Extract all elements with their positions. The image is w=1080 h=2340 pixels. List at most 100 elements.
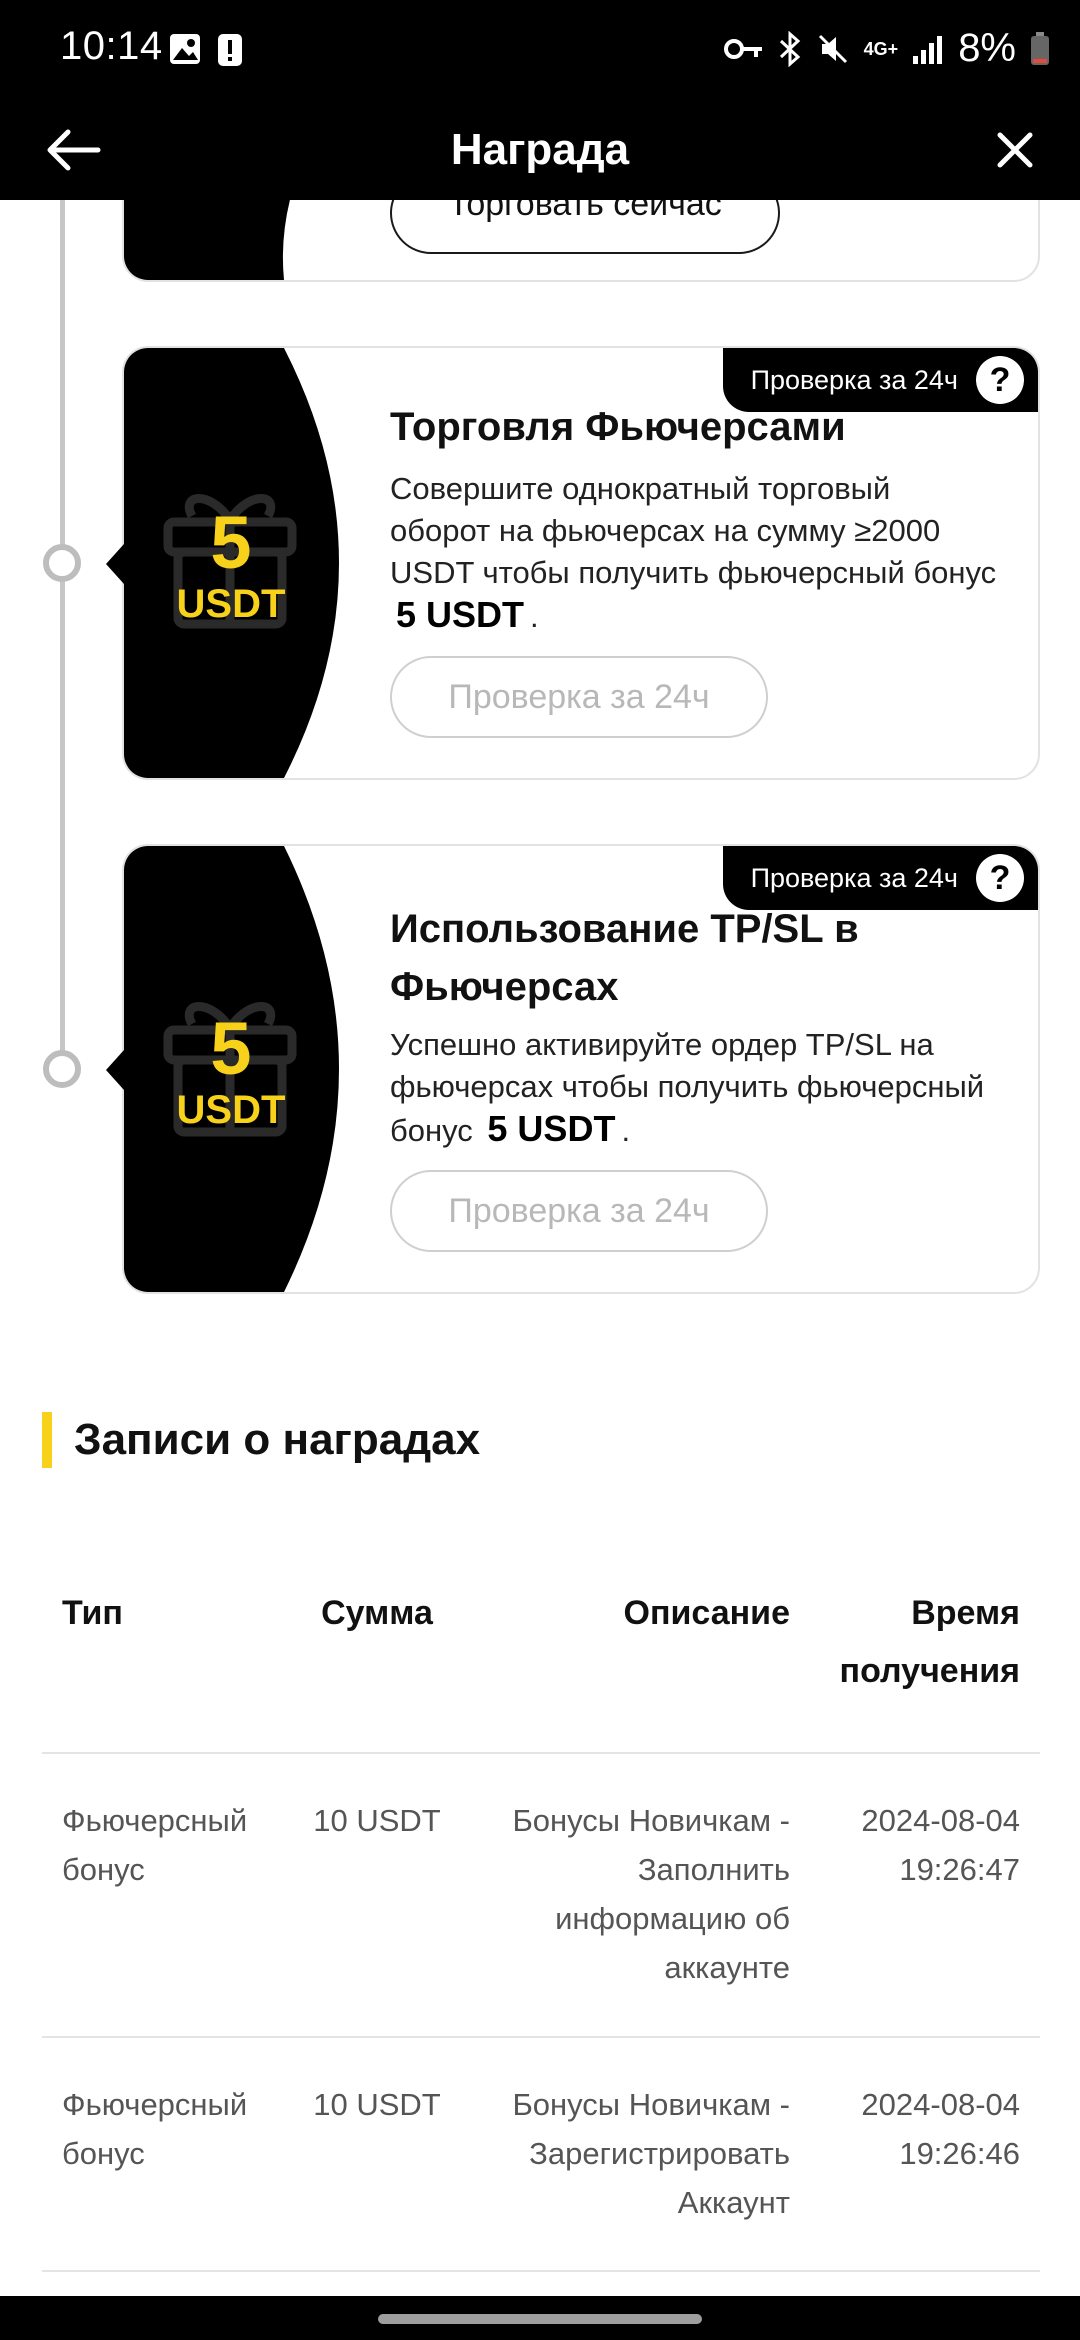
cell-line: Аккаунт [677,2185,790,2220]
review-button-label: Проверка за 24ч [448,1191,710,1230]
task-title: Использование TP/SL в Фьючерсах [390,900,998,1016]
cell-line: Заполнить [637,1852,790,1887]
reward-panel: 5 USDT [124,348,364,778]
title-line: Использование TP/SL в [390,907,859,951]
cell-line: бонус [62,2136,145,2171]
help-button[interactable]: ? [976,356,1024,404]
cell-amount: 10 USDT [313,2087,441,2122]
status-right-icons: 4G+ 8% [723,26,1050,71]
col-description: Описание [623,1594,790,1632]
cell-line: Фьючерсный [62,2087,248,2122]
desc-line-amount: бонус 5 USDT. [390,1108,1018,1152]
review-button-label: Проверка за 24ч [448,677,710,716]
status-time: 10:14 [60,24,163,68]
col-time: Время получения [802,1584,1020,1700]
table-row: Фьючерсный бонус 10 USDT Бонусы Новичкам… [42,2038,1040,2272]
cell-line: бонус [62,1852,145,1887]
battery-icon [1031,31,1049,65]
cell-line: Зарегистрировать [529,2136,790,2171]
network-type: 4G+ [863,38,899,59]
card-pointer [106,544,124,584]
table-row: Фьючерсный бонус 10 USDT Бонусы Новичкам… [42,1754,1040,2038]
cell-description: Бонусы Новичкам - Зарегистрировать Аккау… [472,2080,790,2227]
desc-line: оборот на фьючерсах на сумму ≥2000 [390,513,941,548]
section-accent [42,1412,52,1468]
cell-type: Фьючерсный бонус [62,2080,262,2178]
table-header: Тип Сумма Описание Время получения [42,1584,1040,1754]
signal-icon [913,35,943,64]
home-indicator[interactable] [378,2314,702,2324]
reward-unit: USDT [176,582,286,626]
alert-icon [218,34,242,66]
cell-line: 19:26:46 [899,2136,1020,2171]
reward-content: Торговать сейчас 5 USDT Проверка за 24ч … [0,200,1080,2296]
bluetooth-icon [779,30,800,67]
records-table: Тип Сумма Описание Время получения Фьюче… [42,1584,1040,2272]
battery-percent: 8% [958,26,1016,70]
app-header: Награда [0,100,1080,200]
desc-line: USDT чтобы получить фьючерсный бонус [390,555,997,590]
task-card-tpsl: 5 USDT Проверка за 24ч ? Использование T… [122,844,1040,1294]
close-button[interactable] [980,118,1050,182]
task-card-futures-trading: 5 USDT Проверка за 24ч ? Торговля Фьючер… [122,346,1040,780]
task-description: Совершите однократный торговый оборот на… [390,468,1018,638]
review-badge-label: Проверка за 24ч [750,862,958,893]
desc-end: . [621,1113,631,1148]
help-button[interactable]: ? [976,854,1024,902]
review-button[interactable]: Проверка за 24ч [390,656,768,738]
cell-line: информацию об [555,1901,790,1936]
cell-line: Бонусы Новичкам - [512,2087,790,2122]
cell-line: 2024-08-04 [861,1803,1020,1838]
review-badge-label: Проверка за 24ч [750,364,958,395]
cell-line: Бонусы Новичкам - [512,1803,790,1838]
desc-line: фьючерсах чтобы получить фьючерсный [390,1069,985,1104]
page-title: Награда [450,125,630,174]
cell-amount: 10 USDT [313,1803,441,1838]
reward-amount: 5 [210,1007,252,1090]
review-button[interactable]: Проверка за 24ч [390,1170,768,1252]
title-line: Фьючерсах [390,965,619,1009]
task-title: Торговля Фьючерсами [390,405,846,449]
card-pointer [106,1050,124,1090]
question-mark-icon: ? [989,360,1011,399]
cell-type: Фьючерсный бонус [62,1796,262,1894]
col-amount: Сумма [321,1594,433,1632]
desc-line: Совершите однократный торговый [390,471,891,506]
status-left-icons [168,32,244,68]
col-time-line: Время [911,1594,1020,1632]
task-description: Успешно активируйте ордер TP/SL на фьюче… [390,1024,1018,1152]
reward-panel-shape [124,200,290,280]
mute-icon [818,34,847,63]
desc-prefix: бонус [390,1113,473,1148]
records-title: Записи о наградах [74,1415,481,1464]
desc-amount: 5 USDT [487,1108,616,1149]
desc-amount: 5 USDT [396,594,525,635]
cell-description: Бонусы Новичкам - Заполнить информацию о… [472,1796,790,1992]
status-bar: 10:14 4G+ 8% [0,0,1080,100]
reward-amount: 5 [210,501,252,584]
reward-panel: 5 USDT [124,846,364,1292]
navigation-bar [0,2296,1080,2340]
reward-unit: USDT [176,1088,286,1132]
desc-line-amount: 5 USDT. [390,594,1018,638]
task-card-trade: Торговать сейчас [122,200,1040,282]
col-time-line: получения [839,1652,1020,1690]
cell-line: Фьючерсный [62,1803,248,1838]
desc-end: . [530,599,539,634]
cell-time: 2024-08-04 19:26:47 [802,1796,1020,1894]
key-icon [723,38,762,59]
cell-time: 2024-08-04 19:26:46 [802,2080,1020,2178]
reward-panel [124,200,364,280]
close-icon [997,132,1033,168]
question-mark-icon: ? [989,858,1011,897]
timeline-dot [43,1050,81,1088]
gallery-icon [170,34,200,64]
trade-now-button-label: Торговать сейчас [448,200,722,223]
cell-line: 2024-08-04 [861,2087,1020,2122]
col-type: Тип [62,1594,123,1632]
cell-line: аккаунте [664,1950,790,1985]
desc-line: Успешно активируйте ордер TP/SL на [390,1027,934,1062]
cell-line: 19:26:47 [899,1852,1020,1887]
timeline-dot [43,544,81,582]
trade-now-button[interactable]: Торговать сейчас [390,200,780,254]
